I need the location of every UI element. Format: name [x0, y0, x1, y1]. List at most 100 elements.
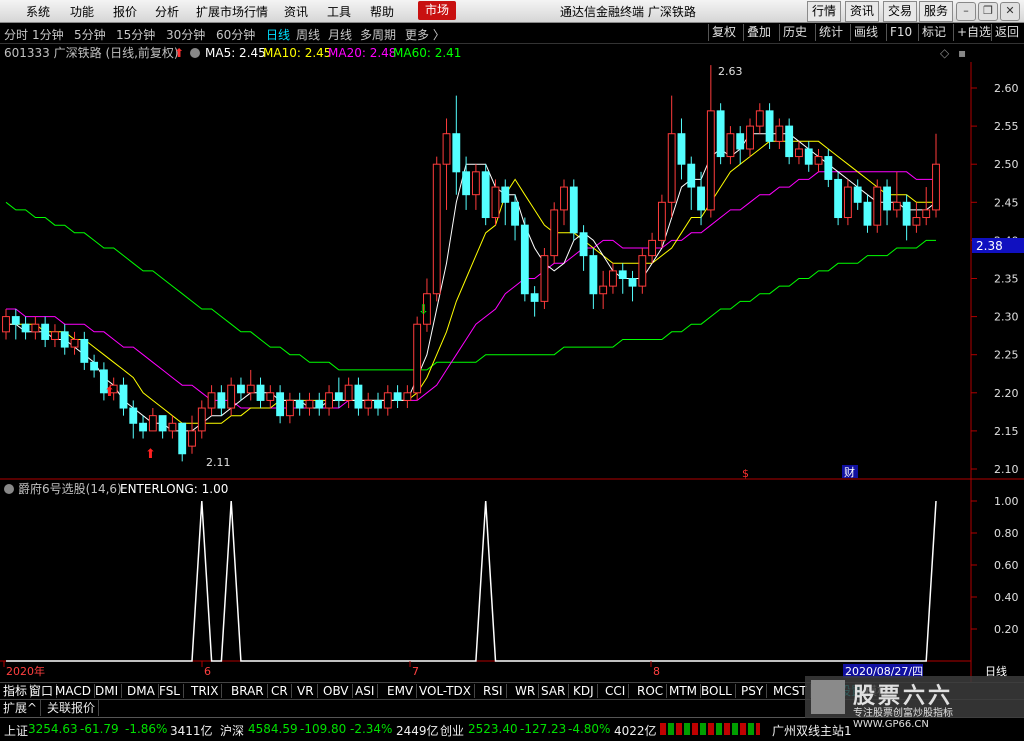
candle-body	[843, 186, 852, 219]
x-tick-label: 8	[653, 665, 660, 678]
tool-adjust[interactable]: 复权	[708, 24, 739, 41]
y-tick-label: 2.15	[994, 425, 1019, 438]
candle-body	[246, 384, 255, 394]
menu-icon[interactable]: ▪	[958, 46, 966, 60]
high-label: 2.63	[718, 65, 743, 78]
tool-stats[interactable]: 统计	[815, 24, 846, 41]
cy-name[interactable]: 创业	[440, 722, 464, 739]
tool-overlay[interactable]: 叠加	[743, 24, 774, 41]
indicator-tab-3[interactable]: DMI	[92, 684, 123, 698]
minimize-icon[interactable]: –	[956, 2, 976, 21]
tool-add-favorite[interactable]: +自选	[953, 24, 994, 41]
x-tick-label: 7	[412, 665, 419, 678]
restore-icon[interactable]: ❐	[978, 2, 998, 21]
indicator-tab-8[interactable]: CR	[268, 684, 292, 698]
candle-body	[697, 186, 705, 211]
tool-draw[interactable]: 画线	[850, 24, 881, 41]
cy-percent: -4.80%	[568, 722, 611, 736]
menu-system[interactable]: 系统	[26, 3, 50, 20]
period-5min[interactable]: 5分钟	[74, 26, 106, 43]
indicator-tab-5[interactable]: FSL	[156, 684, 184, 698]
pin-icon[interactable]: ◇	[940, 46, 950, 60]
indicator-tab-12[interactable]: EMV	[384, 684, 418, 698]
indicator-tab-22[interactable]: PSY	[738, 684, 768, 698]
indicator-tab-4[interactable]: DMA	[124, 684, 159, 698]
candle-body	[51, 331, 59, 340]
indicator-tab-7[interactable]: BRAR	[228, 684, 268, 698]
buy-arrow-icon: ⬆	[104, 385, 115, 400]
finance-marker[interactable]: 财	[844, 465, 855, 479]
candle-body	[804, 148, 813, 165]
indicator-tab-11[interactable]: ASI	[352, 684, 379, 698]
menu-function[interactable]: 功能	[70, 3, 94, 20]
indicator-tab-14[interactable]: RSI	[480, 684, 507, 698]
trade-button[interactable]: 交易	[883, 1, 918, 22]
ma10-line	[6, 140, 936, 424]
indicator-tab-19[interactable]: ROC	[634, 684, 668, 698]
tool-f10[interactable]: F10	[886, 24, 915, 41]
dividend-marker[interactable]: $	[742, 467, 749, 480]
candle-body	[481, 171, 490, 219]
menu-news[interactable]: 资讯	[284, 3, 308, 20]
indicator-tab-17[interactable]: KDJ	[570, 684, 598, 698]
ma5-label: MA5: 2.45	[205, 46, 266, 60]
menu-extended-market[interactable]: 扩展市场行情	[196, 3, 268, 20]
period-60min[interactable]: 60分钟	[216, 26, 255, 43]
period-daily[interactable]: 日线	[266, 26, 290, 43]
y-tick-label: 2.55	[994, 120, 1019, 133]
options-icon[interactable]	[190, 48, 200, 58]
period-15min[interactable]: 15分钟	[116, 26, 155, 43]
indicator-options-icon[interactable]	[4, 484, 14, 494]
candle-body	[344, 384, 353, 401]
ma20-line	[6, 171, 936, 409]
indicator-tab-2[interactable]: MACD	[52, 684, 95, 698]
chart-area[interactable]: 601333 广深铁路 (日线,前复权) ⬆ MA5: 2.45 MA10: 2…	[0, 44, 1024, 682]
indicator-tab-6[interactable]: TRIX	[188, 684, 223, 698]
indicator-tab-13[interactable]: VOL-TDX	[416, 684, 475, 698]
indicator-tab-18[interactable]: CCI	[602, 684, 630, 698]
candle-body	[736, 133, 745, 150]
tool-mark[interactable]: 标记	[918, 24, 949, 41]
period-tick[interactable]: 分时	[4, 26, 28, 43]
news-button[interactable]: 资讯	[845, 1, 880, 22]
indicator-y-axis: 1.00 0.80 0.60 0.40 0.20	[971, 495, 1019, 636]
indicator-tab-16[interactable]: SAR	[538, 684, 570, 698]
candle-body	[207, 392, 216, 409]
indicator-tab-10[interactable]: OBV	[320, 684, 353, 698]
indicator-tab-15[interactable]: WR	[512, 684, 540, 698]
menu-tools[interactable]: 工具	[327, 3, 351, 20]
candle-body	[569, 186, 578, 234]
tab-extend[interactable]: 扩展^	[0, 700, 42, 716]
indicator-tab-9[interactable]: VR	[294, 684, 318, 698]
quote-button[interactable]: 行情	[807, 1, 842, 22]
sh-name[interactable]: 上证	[4, 722, 28, 739]
period-more[interactable]: 更多 〉	[405, 26, 445, 43]
period-monthly[interactable]: 月线	[328, 26, 352, 43]
period-multi[interactable]: 多周期	[360, 26, 396, 43]
candle-body	[667, 133, 676, 203]
tool-back[interactable]: 返回	[991, 24, 1022, 41]
period-weekly[interactable]: 周线	[296, 26, 320, 43]
indicator-tab-21[interactable]: BOLL	[698, 684, 736, 698]
tab-related-quote[interactable]: 关联报价	[44, 700, 100, 716]
hs-name[interactable]: 沪深	[220, 722, 244, 739]
candle-body	[403, 392, 412, 401]
service-button[interactable]: 服务	[919, 1, 954, 22]
ma5-path	[6, 133, 937, 432]
menu-quote[interactable]: 报价	[113, 3, 137, 20]
candle-body	[863, 201, 872, 226]
cy-amount: 4022亿	[614, 724, 657, 738]
indicator-tab-20[interactable]: MTM	[666, 684, 702, 698]
period-1min[interactable]: 1分钟	[32, 26, 64, 43]
tool-history[interactable]: 历史	[779, 24, 810, 41]
menu-help[interactable]: 帮助	[370, 3, 394, 20]
ma60-label: MA60: 2.41	[393, 46, 461, 60]
indicator-title: 爵府6号选股(14,6)	[18, 481, 122, 496]
candle-body	[452, 133, 461, 173]
server-name[interactable]: 广州双线主站1	[772, 722, 852, 739]
menu-analysis[interactable]: 分析	[155, 3, 179, 20]
close-icon[interactable]: ✕	[1000, 2, 1020, 21]
candle-body	[70, 338, 79, 348]
market-button[interactable]: 市场	[418, 1, 456, 20]
period-30min[interactable]: 30分钟	[166, 26, 205, 43]
